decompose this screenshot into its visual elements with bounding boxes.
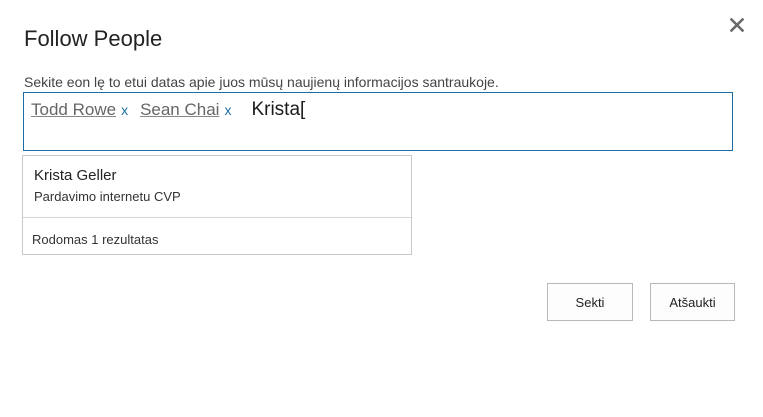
typed-text[interactable]: Krista[ (251, 99, 305, 121)
people-picker-input[interactable]: Todd Rowe x Sean Chai x Krista[ (23, 92, 733, 151)
token-name[interactable]: Todd Rowe (31, 100, 116, 120)
cancel-button[interactable]: Atšaukti (650, 283, 735, 321)
suggestion-dropdown: Krista Geller Pardavimo internetu CVP Ro… (22, 155, 412, 255)
close-button[interactable] (726, 14, 748, 36)
person-token: Todd Rowe x (31, 100, 128, 120)
instructions-text: Sekite eon lę to etui datas apie juos mū… (24, 74, 499, 90)
follow-button[interactable]: Sekti (547, 283, 633, 321)
remove-token-button[interactable]: x (224, 102, 231, 118)
person-token: Sean Chai x (140, 100, 231, 120)
close-icon (730, 18, 744, 32)
follow-people-dialog: Follow People Sekite eon lę to etui data… (0, 0, 763, 417)
token-row: Todd Rowe x Sean Chai x Krista[ (31, 99, 305, 123)
remove-token-button[interactable]: x (121, 102, 128, 118)
token-name[interactable]: Sean Chai (140, 100, 219, 120)
dialog-title: Follow People (24, 26, 163, 51)
suggestion-item[interactable]: Krista Geller Pardavimo internetu CVP (23, 156, 411, 217)
divider (23, 217, 411, 218)
suggestion-job-title: Pardavimo internetu CVP (34, 189, 181, 204)
suggestion-name: Krista Geller (34, 167, 117, 184)
results-count: Rodomas 1 rezultatas (32, 232, 159, 247)
